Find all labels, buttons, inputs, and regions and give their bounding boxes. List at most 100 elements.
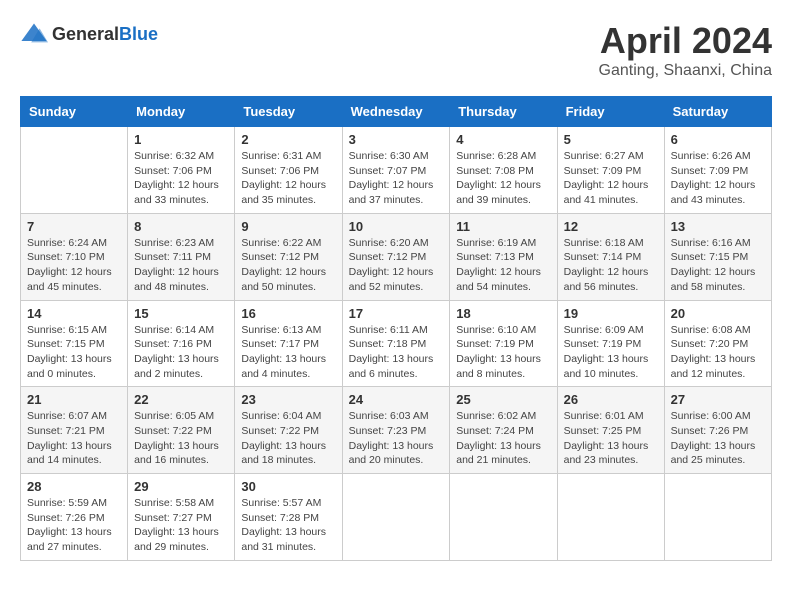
day-number: 24 [349, 392, 444, 407]
day-number: 5 [564, 132, 658, 147]
logo-icon [20, 20, 48, 48]
col-header-saturday: Saturday [664, 97, 771, 127]
calendar-cell: 26Sunrise: 6:01 AMSunset: 7:25 PMDayligh… [557, 387, 664, 474]
calendar-cell: 17Sunrise: 6:11 AMSunset: 7:18 PMDayligh… [342, 300, 450, 387]
day-number: 13 [671, 219, 765, 234]
day-info: Sunrise: 6:14 AMSunset: 7:16 PMDaylight:… [134, 323, 228, 382]
title-area: April 2024 Ganting, Shaanxi, China [599, 20, 772, 80]
calendar-cell: 27 Sunrise: 6:00 AMSunset: 7:26 PMDayligh… [664, 387, 771, 474]
calendar-cell: 21Sunrise: 6:07 AMSunset: 7:21 PMDayligh… [21, 387, 128, 474]
logo-blue: Blue [119, 24, 158, 44]
col-header-wednesday: Wednesday [342, 97, 450, 127]
day-info: Sunrise: 6:18 AMSunset: 7:14 PMDaylight:… [564, 236, 658, 295]
day-info: Sunrise: 6:19 AMSunset: 7:13 PMDaylight:… [456, 236, 550, 295]
day-info: Sunrise: 6:07 AMSunset: 7:21 PMDaylight:… [27, 409, 121, 468]
day-number: 29 [134, 479, 228, 494]
day-info: Sunrise: 6:31 AMSunset: 7:06 PMDaylight:… [241, 149, 335, 208]
calendar-cell: 15 Sunrise: 6:14 AMSunset: 7:16 PMDayligh… [128, 300, 235, 387]
logo-general: General [52, 24, 119, 44]
calendar-cell: 23 Sunrise: 6:04 AMSunset: 7:22 PMDayligh… [235, 387, 342, 474]
day-info: Sunrise: 6:32 AMSunset: 7:06 PMDaylight:… [134, 149, 228, 208]
day-number: 23 [241, 392, 335, 407]
day-number: 2 [241, 132, 335, 147]
day-number: 3 [349, 132, 444, 147]
col-header-friday: Friday [557, 97, 664, 127]
day-info: Sunrise: 6:24 AMSunset: 7:10 PMDaylight:… [27, 236, 121, 295]
calendar-cell [450, 474, 557, 561]
calendar-cell: 16 Sunrise: 6:13 AMSunset: 7:17 PMDayligh… [235, 300, 342, 387]
calendar-table: SundayMondayTuesdayWednesdayThursdayFrid… [20, 96, 772, 561]
day-number: 30 [241, 479, 335, 494]
day-info: Sunrise: 5:58 AMSunset: 7:27 PMDaylight:… [134, 496, 228, 555]
day-info: Sunrise: 6:00 AMSunset: 7:26 PMDaylight:… [671, 409, 765, 468]
day-info: Sunrise: 6:04 AMSunset: 7:22 PMDaylight:… [241, 409, 335, 468]
day-info: Sunrise: 6:26 AMSunset: 7:09 PMDaylight:… [671, 149, 765, 208]
calendar-cell: 24 Sunrise: 6:03 AMSunset: 7:23 PMDayligh… [342, 387, 450, 474]
calendar-cell: 11Sunrise: 6:19 AMSunset: 7:13 PMDayligh… [450, 213, 557, 300]
main-title: April 2024 [599, 20, 772, 62]
day-number: 10 [349, 219, 444, 234]
calendar-cell: 7 Sunrise: 6:24 AMSunset: 7:10 PMDaylight… [21, 213, 128, 300]
calendar-cell: 12 Sunrise: 6:18 AMSunset: 7:14 PMDayligh… [557, 213, 664, 300]
day-info: Sunrise: 6:23 AMSunset: 7:11 PMDaylight:… [134, 236, 228, 295]
day-number: 27 [671, 392, 765, 407]
day-number: 14 [27, 306, 121, 321]
day-number: 16 [241, 306, 335, 321]
day-info: Sunrise: 6:22 AMSunset: 7:12 PMDaylight:… [241, 236, 335, 295]
day-info: Sunrise: 6:15 AMSunset: 7:15 PMDaylight:… [27, 323, 121, 382]
day-number: 6 [671, 132, 765, 147]
calendar-cell: 2 Sunrise: 6:31 AMSunset: 7:06 PMDaylight… [235, 127, 342, 214]
day-info: Sunrise: 6:16 AMSunset: 7:15 PMDaylight:… [671, 236, 765, 295]
day-number: 4 [456, 132, 550, 147]
calendar-cell: 13 Sunrise: 6:16 AMSunset: 7:15 PMDayligh… [664, 213, 771, 300]
calendar-cell: 9 Sunrise: 6:22 AMSunset: 7:12 PMDaylight… [235, 213, 342, 300]
day-number: 9 [241, 219, 335, 234]
calendar-week-row: 7 Sunrise: 6:24 AMSunset: 7:10 PMDaylight… [21, 213, 772, 300]
day-number: 18 [456, 306, 550, 321]
day-number: 7 [27, 219, 121, 234]
day-number: 25 [456, 392, 550, 407]
day-info: Sunrise: 6:13 AMSunset: 7:17 PMDaylight:… [241, 323, 335, 382]
col-header-sunday: Sunday [21, 97, 128, 127]
subtitle: Ganting, Shaanxi, China [599, 62, 772, 80]
calendar-cell [21, 127, 128, 214]
day-info: Sunrise: 6:11 AMSunset: 7:18 PMDaylight:… [349, 323, 444, 382]
logo-text: GeneralBlue [52, 24, 158, 45]
logo: GeneralBlue [20, 20, 158, 48]
day-info: Sunrise: 5:59 AMSunset: 7:26 PMDaylight:… [27, 496, 121, 555]
calendar-cell: 6 Sunrise: 6:26 AMSunset: 7:09 PMDaylight… [664, 127, 771, 214]
day-number: 28 [27, 479, 121, 494]
day-info: Sunrise: 6:09 AMSunset: 7:19 PMDaylight:… [564, 323, 658, 382]
calendar-cell: 8Sunrise: 6:23 AMSunset: 7:11 PMDaylight… [128, 213, 235, 300]
col-header-tuesday: Tuesday [235, 97, 342, 127]
calendar-cell: 3Sunrise: 6:30 AMSunset: 7:07 PMDaylight… [342, 127, 450, 214]
calendar-cell: 14 Sunrise: 6:15 AMSunset: 7:15 PMDayligh… [21, 300, 128, 387]
calendar-cell: 20Sunrise: 6:08 AMSunset: 7:20 PMDayligh… [664, 300, 771, 387]
day-info: Sunrise: 6:03 AMSunset: 7:23 PMDaylight:… [349, 409, 444, 468]
day-info: Sunrise: 6:01 AMSunset: 7:25 PMDaylight:… [564, 409, 658, 468]
calendar-cell: 29 Sunrise: 5:58 AMSunset: 7:27 PMDayligh… [128, 474, 235, 561]
calendar-header-row: SundayMondayTuesdayWednesdayThursdayFrid… [21, 97, 772, 127]
calendar-cell: 19Sunrise: 6:09 AMSunset: 7:19 PMDayligh… [557, 300, 664, 387]
calendar-cell: 1 Sunrise: 6:32 AMSunset: 7:06 PMDaylight… [128, 127, 235, 214]
calendar-cell [557, 474, 664, 561]
day-info: Sunrise: 6:02 AMSunset: 7:24 PMDaylight:… [456, 409, 550, 468]
col-header-thursday: Thursday [450, 97, 557, 127]
calendar-cell [342, 474, 450, 561]
calendar-cell [664, 474, 771, 561]
calendar-cell: 4Sunrise: 6:28 AMSunset: 7:08 PMDaylight… [450, 127, 557, 214]
calendar-cell: 10 Sunrise: 6:20 AMSunset: 7:12 PMDayligh… [342, 213, 450, 300]
day-info: Sunrise: 6:10 AMSunset: 7:19 PMDaylight:… [456, 323, 550, 382]
day-number: 1 [134, 132, 228, 147]
calendar-cell: 5 Sunrise: 6:27 AMSunset: 7:09 PMDaylight… [557, 127, 664, 214]
header: GeneralBlue April 2024 Ganting, Shaanxi,… [20, 20, 772, 80]
day-number: 15 [134, 306, 228, 321]
day-number: 22 [134, 392, 228, 407]
day-info: Sunrise: 6:27 AMSunset: 7:09 PMDaylight:… [564, 149, 658, 208]
calendar-cell: 22Sunrise: 6:05 AMSunset: 7:22 PMDayligh… [128, 387, 235, 474]
calendar-cell: 25 Sunrise: 6:02 AMSunset: 7:24 PMDayligh… [450, 387, 557, 474]
day-number: 12 [564, 219, 658, 234]
day-number: 20 [671, 306, 765, 321]
calendar-cell: 30Sunrise: 5:57 AMSunset: 7:28 PMDayligh… [235, 474, 342, 561]
day-info: Sunrise: 6:20 AMSunset: 7:12 PMDaylight:… [349, 236, 444, 295]
